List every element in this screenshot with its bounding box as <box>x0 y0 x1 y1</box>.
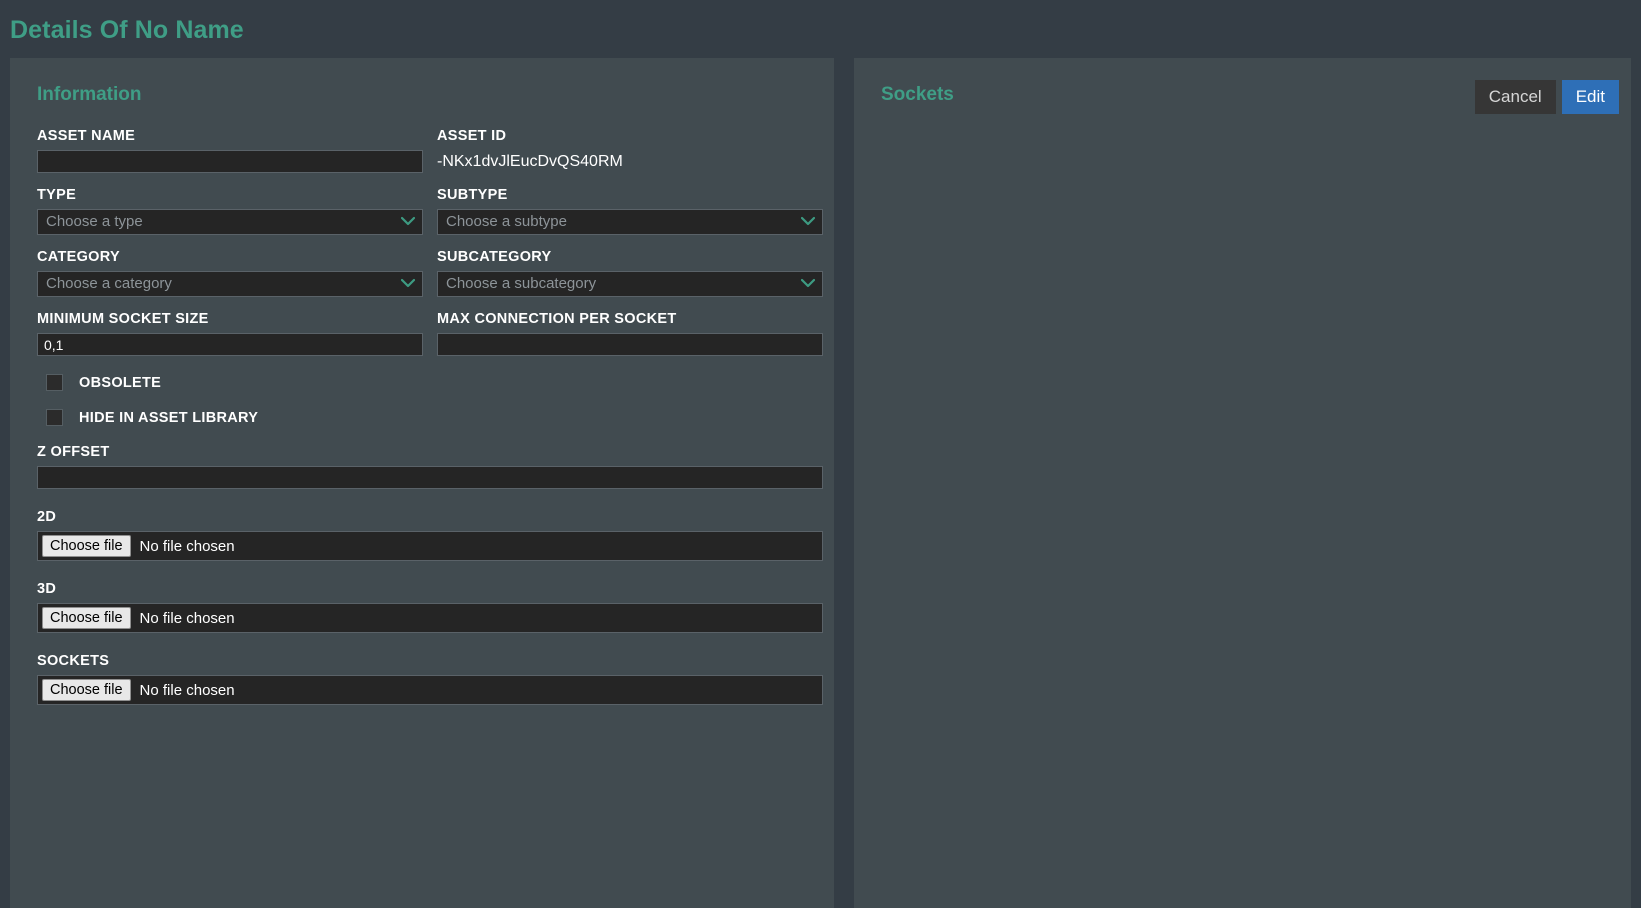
type-select-value: Choose a type <box>37 209 423 235</box>
max-connection-per-socket-label: Max Connection Per Socket <box>437 311 677 327</box>
field-row-identity: Asset Name Asset ID -NKx1dvJlEucDvQS40RM <box>37 128 823 173</box>
hide-in-asset-library-label: Hide In Asset Library <box>79 409 259 426</box>
asset-name-input[interactable] <box>37 150 423 173</box>
file-sockets-choose-button[interactable]: Choose file <box>42 679 131 701</box>
file-2d-status: No file chosen <box>139 537 235 555</box>
checkbox-row-obsolete[interactable]: Obsolete <box>46 374 823 391</box>
cancel-button[interactable]: Cancel <box>1474 80 1556 114</box>
sockets-panel-title: Sockets <box>881 84 954 105</box>
category-select[interactable]: Choose a category <box>37 271 423 297</box>
sockets-list <box>874 136 1611 894</box>
edit-button[interactable]: Edit <box>1561 80 1619 114</box>
field-minimum-socket-size: Minimum Socket Size <box>37 311 423 356</box>
field-row-type: Type Choose a type Subtype Choose a subt… <box>37 187 823 235</box>
file-sockets-input[interactable]: Choose file No file chosen <box>37 675 823 705</box>
file-3d-status: No file chosen <box>139 609 235 627</box>
type-select[interactable]: Choose a type <box>37 209 423 235</box>
field-2d-file: 2D Choose file No file chosen <box>37 509 823 561</box>
subtype-select[interactable]: Choose a subtype <box>437 209 823 235</box>
subtype-select-value: Choose a subtype <box>437 209 823 235</box>
information-form: Asset Name Asset ID -NKx1dvJlEucDvQS40RM… <box>37 128 823 705</box>
subcategory-select-value: Choose a subcategory <box>437 271 823 297</box>
asset-id-value: -NKx1dvJlEucDvQS40RM <box>437 153 623 170</box>
subcategory-label: Subcategory <box>437 249 552 265</box>
file-2d-label: 2D <box>37 509 57 525</box>
field-asset-name: Asset Name <box>37 128 423 173</box>
z-offset-input[interactable] <box>37 466 823 489</box>
file-sockets-status: No file chosen <box>139 681 235 699</box>
max-connection-per-socket-input[interactable] <box>437 333 823 356</box>
field-asset-id: Asset ID -NKx1dvJlEucDvQS40RM <box>437 128 823 173</box>
hide-in-asset-library-checkbox[interactable] <box>46 409 63 426</box>
obsolete-label: Obsolete <box>79 374 162 391</box>
asset-name-label: Asset Name <box>37 128 136 144</box>
field-sockets-file: Sockets Choose file No file chosen <box>37 653 823 705</box>
field-3d-file: 3D Choose file No file chosen <box>37 581 823 633</box>
field-type: Type Choose a type <box>37 187 423 235</box>
obsolete-checkbox[interactable] <box>46 374 63 391</box>
type-label: Type <box>37 187 77 203</box>
category-select-value: Choose a category <box>37 271 423 297</box>
file-2d-choose-button[interactable]: Choose file <box>42 535 131 557</box>
file-3d-choose-button[interactable]: Choose file <box>42 607 131 629</box>
minimum-socket-size-label: Minimum Socket Size <box>37 311 209 327</box>
page-title: Details Of No Name <box>10 16 244 44</box>
z-offset-label: Z Offset <box>37 444 110 460</box>
minimum-socket-size-input[interactable] <box>37 333 423 356</box>
field-subtype: Subtype Choose a subtype <box>437 187 823 235</box>
sockets-panel-actions: Cancel Edit <box>1474 80 1619 114</box>
field-subcategory: Subcategory Choose a subcategory <box>437 249 823 297</box>
sockets-panel: Sockets Cancel Edit <box>854 58 1631 908</box>
subcategory-select[interactable]: Choose a subcategory <box>437 271 823 297</box>
field-max-connection-per-socket: Max Connection Per Socket <box>437 311 823 356</box>
app-root: Details Of No Name Information Asset Nam… <box>0 0 1641 908</box>
field-row-category: Category Choose a category Subcategory C… <box>37 249 823 297</box>
file-3d-label: 3D <box>37 581 57 597</box>
information-panel: Information Asset Name Asset ID -NKx1dvJ… <box>10 58 834 908</box>
file-3d-input[interactable]: Choose file No file chosen <box>37 603 823 633</box>
checkbox-row-hide-in-asset-library[interactable]: Hide In Asset Library <box>46 409 823 426</box>
subtype-label: Subtype <box>437 187 508 203</box>
panels-container: Information Asset Name Asset ID -NKx1dvJ… <box>10 58 1631 908</box>
field-category: Category Choose a category <box>37 249 423 297</box>
asset-id-label: Asset ID <box>437 128 507 144</box>
file-sockets-label: Sockets <box>37 653 110 669</box>
category-label: Category <box>37 249 120 265</box>
field-z-offset: Z Offset <box>37 444 823 489</box>
file-2d-input[interactable]: Choose file No file chosen <box>37 531 823 561</box>
field-row-socket-limits: Minimum Socket Size Max Connection Per S… <box>37 311 823 356</box>
information-panel-title: Information <box>37 84 142 105</box>
